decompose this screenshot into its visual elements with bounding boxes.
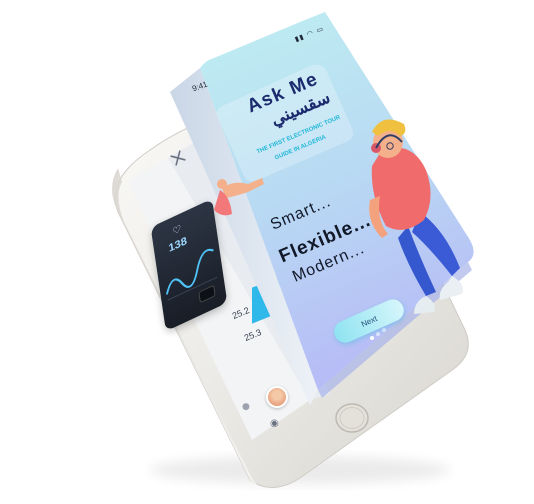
next-button-label: Next	[359, 313, 379, 329]
splash-screen	[170, 12, 474, 405]
mockup-stage: ♡ 138 Ε 3a 25.2 25.3 ◉ ●	[0, 0, 534, 504]
